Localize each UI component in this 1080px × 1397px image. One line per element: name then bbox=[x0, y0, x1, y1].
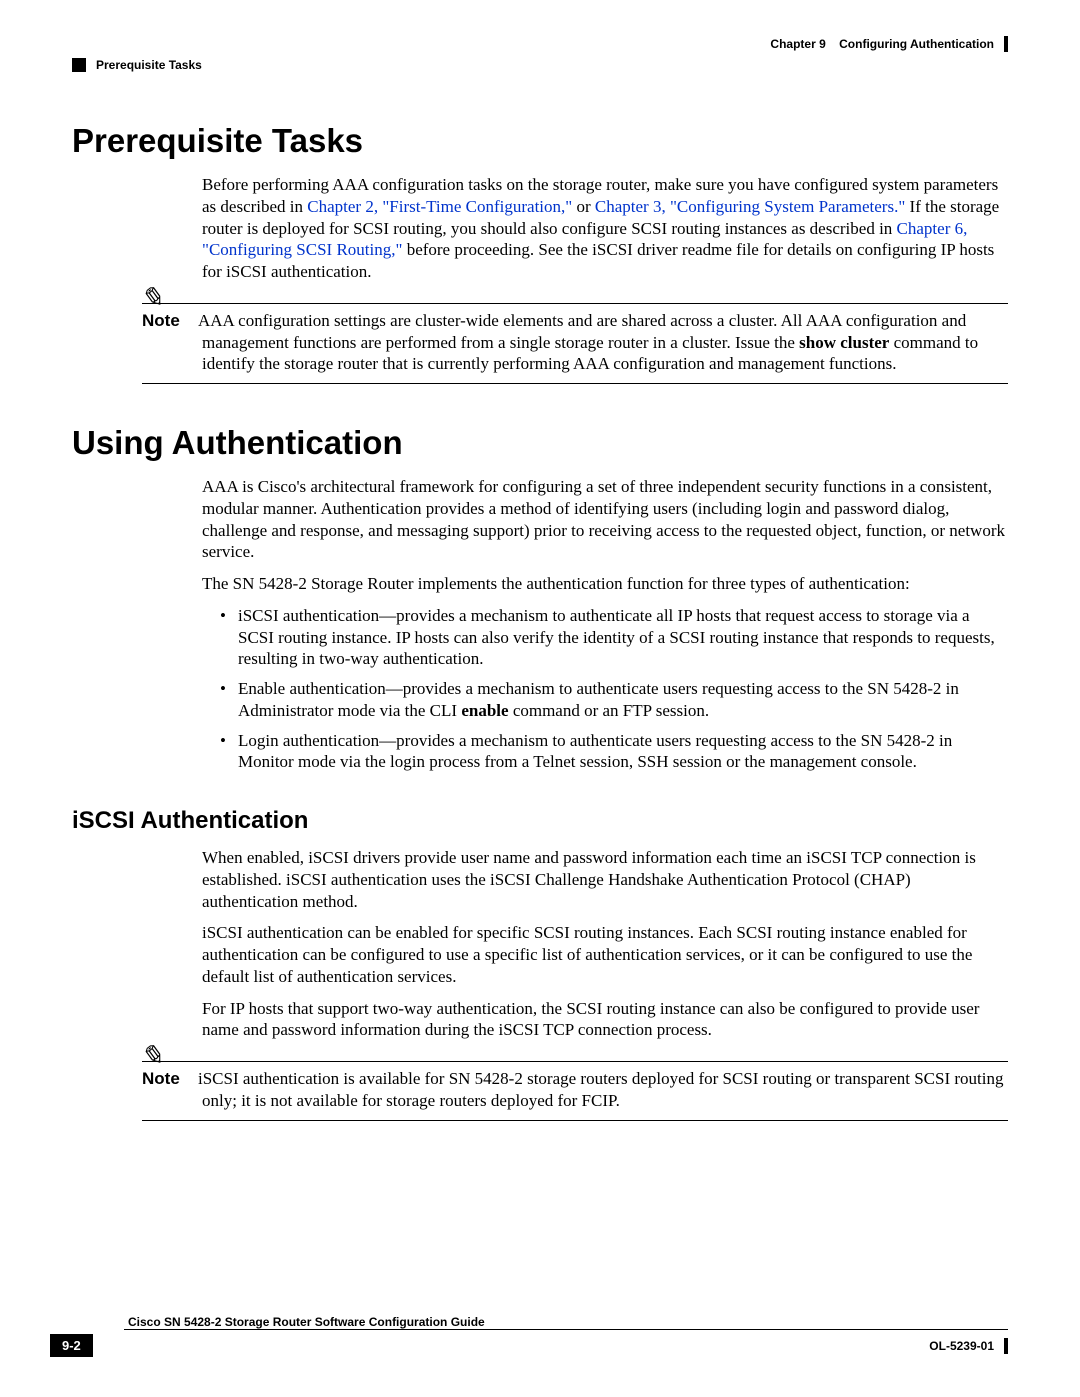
prereq-body: Before performing AAA configuration task… bbox=[202, 174, 1008, 384]
note-label: Note bbox=[142, 1068, 198, 1090]
note-block-prereq: ✎ NoteAAA configuration settings are clu… bbox=[202, 303, 1008, 384]
note-label: Note bbox=[142, 310, 198, 332]
header-bar-icon bbox=[1004, 36, 1008, 52]
page-number-badge: 9-2 bbox=[50, 1334, 93, 1357]
breadcrumb-text: Prerequisite Tasks bbox=[96, 58, 202, 72]
iscsi-paragraph-2: iSCSI authentication can be enabled for … bbox=[202, 922, 1008, 987]
note-bold-show-cluster: show cluster bbox=[799, 333, 889, 352]
using-auth-paragraph-2: The SN 5428-2 Storage Router implements … bbox=[202, 573, 1008, 595]
footer-guide-title: Cisco SN 5428-2 Storage Router Software … bbox=[128, 1315, 1008, 1329]
using-auth-paragraph-1: AAA is Cisco's architectural framework f… bbox=[202, 476, 1008, 563]
footer-bar-icon bbox=[1004, 1338, 1008, 1354]
note-block-iscsi: ✎ NoteiSCSI authentication is available … bbox=[202, 1061, 1008, 1121]
iscsi-auth-body: When enabled, iSCSI drivers provide user… bbox=[202, 847, 1008, 1121]
note-text-prereq: NoteAAA configuration settings are clust… bbox=[202, 304, 1008, 377]
section-title-using-authentication: Using Authentication bbox=[72, 424, 1008, 462]
list-item: iSCSI authentication—provides a mechanis… bbox=[220, 605, 1008, 670]
prereq-paragraph-1: Before performing AAA configuration task… bbox=[202, 174, 1008, 283]
footer-doc-number: OL-5239-01 bbox=[929, 1339, 994, 1353]
page-container: Chapter 9 Configuring Authentication Pre… bbox=[0, 0, 1080, 1397]
iscsi-paragraph-3: For IP hosts that support two-way authen… bbox=[202, 998, 1008, 1042]
list-item: Enable authentication—provides a mechani… bbox=[220, 678, 1008, 722]
using-auth-bullet-list: iSCSI authentication—provides a mechanis… bbox=[220, 605, 1008, 773]
page-footer: Cisco SN 5428-2 Storage Router Software … bbox=[50, 1312, 1008, 1357]
using-auth-body: AAA is Cisco's architectural framework f… bbox=[202, 476, 1008, 773]
iscsi-paragraph-1: When enabled, iSCSI drivers provide user… bbox=[202, 847, 1008, 912]
subsection-title-iscsi-authentication: iSCSI Authentication bbox=[72, 807, 1008, 835]
note-text-iscsi: NoteiSCSI authentication is available fo… bbox=[202, 1062, 1008, 1114]
running-header: Chapter 9 Configuring Authentication bbox=[72, 36, 1008, 52]
bullet-bold-enable: enable bbox=[461, 701, 508, 720]
link-chapter-2[interactable]: Chapter 2, "First-Time Configuration," bbox=[307, 197, 572, 216]
header-chapter-title: Configuring Authentication bbox=[839, 37, 994, 51]
section-title-prerequisite-tasks: Prerequisite Tasks bbox=[72, 122, 1008, 160]
list-item: Login authentication—provides a mechanis… bbox=[220, 730, 1008, 774]
header-chapter-label: Chapter 9 bbox=[770, 37, 825, 51]
content-area: Prerequisite Tasks Before performing AAA… bbox=[72, 122, 1008, 1121]
link-chapter-3[interactable]: Chapter 3, "Configuring System Parameter… bbox=[595, 197, 905, 216]
running-subheader: Prerequisite Tasks bbox=[72, 58, 1008, 72]
square-bullet-icon bbox=[72, 58, 86, 72]
